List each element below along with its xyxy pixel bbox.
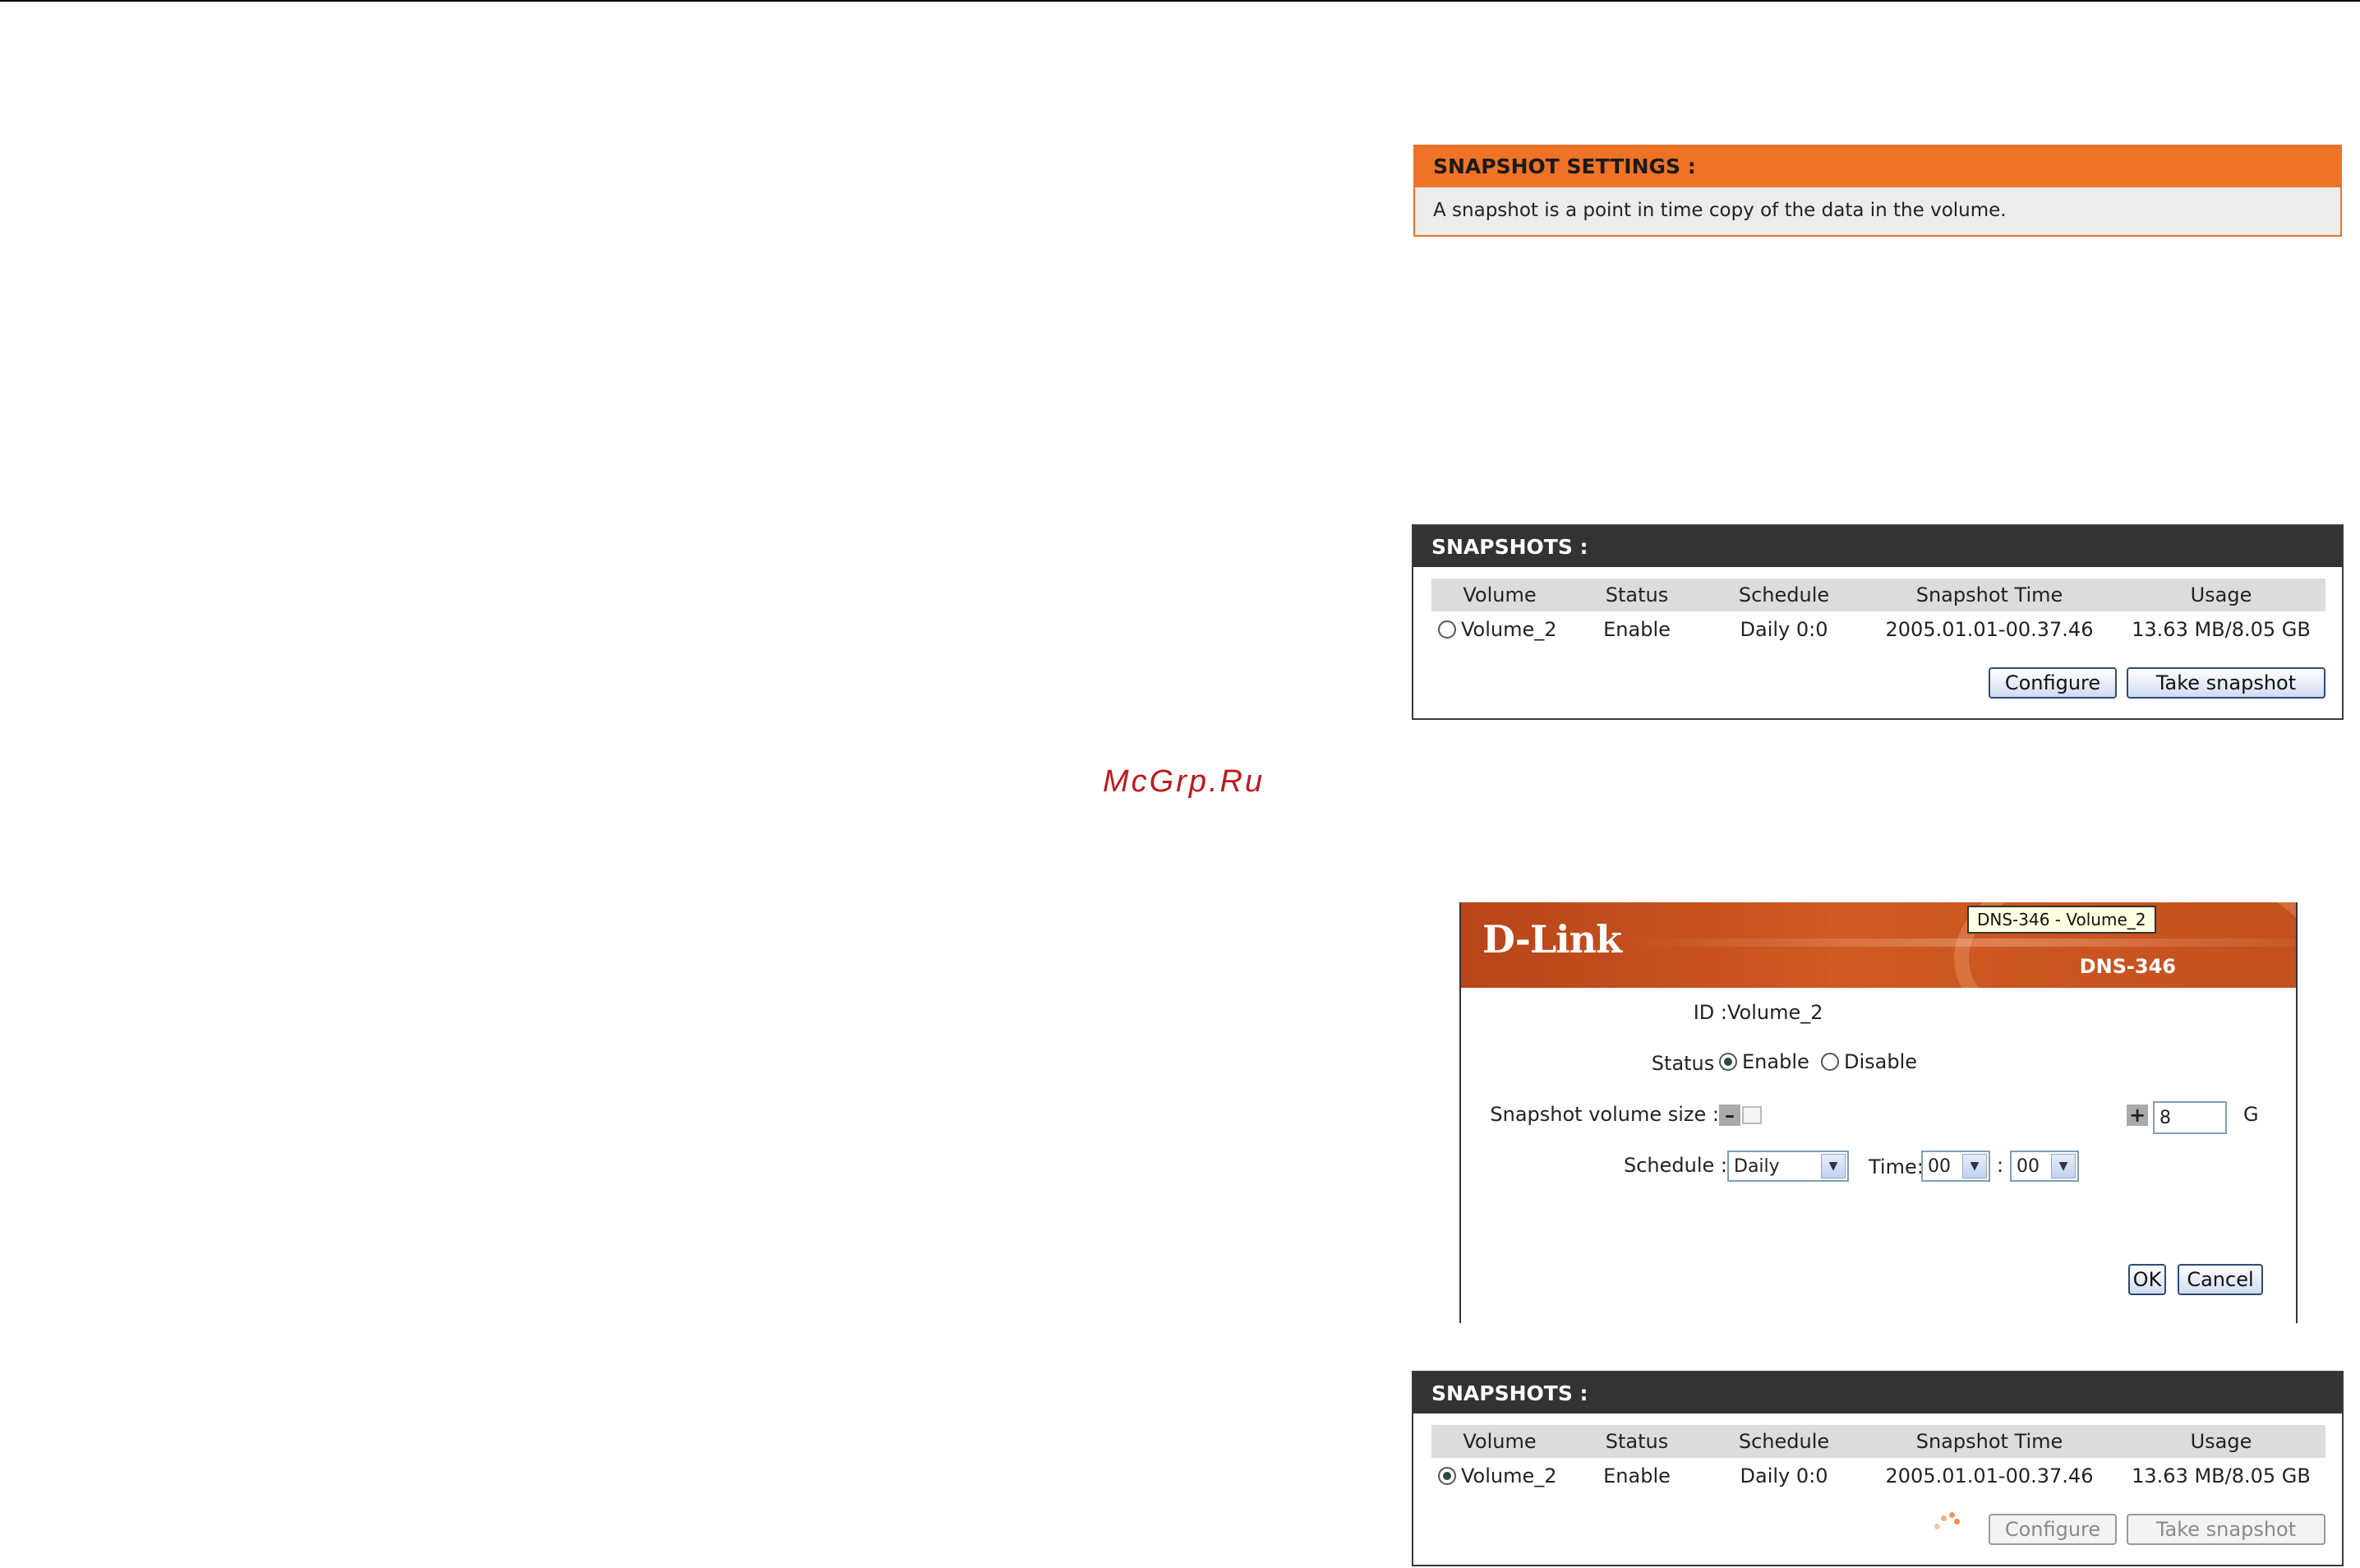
col-status: Status	[1605, 583, 1669, 606]
col-status: Status	[1605, 1430, 1669, 1453]
size-unit: G	[2243, 1103, 2259, 1126]
minus-icon[interactable]: –	[1719, 1104, 1740, 1127]
status-disable-option[interactable]: Disable	[1821, 1050, 1917, 1073]
col-snapshot-time: Snapshot Time	[1915, 583, 2063, 606]
row-snapshot-time: 2005.01.01-00.37.46	[1885, 618, 2094, 641]
dlink-banner: D-Link DNS-346 DNS-346 - Volume_2	[1461, 902, 2296, 988]
snapshots-panel-bottom: SNAPSHOTS : Volume Status Schedule Snaps…	[1412, 1371, 2344, 1566]
row-volume: Volume_2	[1461, 618, 1557, 641]
chevron-down-icon[interactable]: ▼	[2051, 1154, 2076, 1178]
time-minute-value: 00	[2017, 1155, 2040, 1177]
take-snapshot-button[interactable]: Take snapshot	[2127, 667, 2325, 699]
snapshot-size-label: Snapshot volume size :	[1490, 1103, 1719, 1126]
table-header: Volume Status Schedule Snapshot Time Usa…	[1431, 579, 2325, 611]
schedule-label: Schedule :	[1624, 1154, 1727, 1177]
row-snapshot-time: 2005.01.01-00.37.46	[1885, 1464, 2094, 1487]
chevron-down-icon[interactable]: ▼	[1962, 1154, 1987, 1178]
snapshots-title: SNAPSHOTS :	[1413, 1372, 2342, 1414]
row-volume: Volume_2	[1461, 1464, 1557, 1487]
status-label: Status :	[1651, 1052, 1727, 1075]
snapshots-table: Volume Status Schedule Snapshot Time Usa…	[1431, 579, 2325, 648]
snapshots-title: SNAPSHOTS :	[1413, 526, 2342, 567]
id-label: ID :	[1693, 1001, 1727, 1024]
size-slider-track[interactable]	[1742, 1106, 1762, 1124]
row-status: Enable	[1603, 618, 1671, 641]
row-usage: 13.63 MB/8.05 GB	[2132, 618, 2311, 641]
col-snapshot-time: Snapshot Time	[1915, 1430, 2063, 1453]
snapshots-panel-top: SNAPSHOTS : Volume Status Schedule Snaps…	[1412, 524, 2344, 720]
col-volume: Volume	[1463, 1430, 1537, 1453]
plus-icon[interactable]: +	[2127, 1104, 2148, 1127]
chevron-down-icon[interactable]: ▼	[1821, 1154, 1846, 1178]
col-volume: Volume	[1463, 583, 1537, 606]
volume-radio-selected[interactable]	[1438, 1467, 1456, 1485]
snapshot-settings-description: A snapshot is a point in time copy of th…	[1433, 200, 2007, 221]
row-usage: 13.63 MB/8.05 GB	[2132, 1464, 2311, 1487]
status-enable-option[interactable]: Enable	[1719, 1050, 1809, 1073]
time-minute-select[interactable]: 00 ▼	[2010, 1151, 2079, 1182]
model-name: DNS-346	[2079, 955, 2176, 978]
col-schedule: Schedule	[1738, 1430, 1830, 1453]
col-usage: Usage	[2190, 1430, 2252, 1453]
ok-button[interactable]: OK	[2128, 1264, 2166, 1295]
disable-label: Disable	[1844, 1050, 1918, 1073]
snapshots-table: Volume Status Schedule Snapshot Time Usa…	[1431, 1425, 2325, 1494]
col-schedule: Schedule	[1738, 583, 1830, 606]
time-hour-select[interactable]: 00 ▼	[1921, 1151, 1990, 1182]
enable-label: Enable	[1742, 1050, 1809, 1073]
cancel-button[interactable]: Cancel	[2178, 1264, 2263, 1295]
snapshot-config-dialog: D-Link DNS-346 DNS-346 - Volume_2 ID : V…	[1459, 902, 2298, 1323]
id-value: Volume_2	[1727, 1001, 1823, 1024]
time-label: Time:	[1869, 1155, 1924, 1178]
snapshot-settings-title: SNAPSHOT SETTINGS :	[1415, 146, 2340, 187]
snapshot-size-input[interactable]: 8	[2153, 1101, 2227, 1134]
configure-button[interactable]: Configure	[1989, 667, 2117, 699]
top-rule	[0, 0, 2360, 2]
table-row[interactable]: Volume_2 Enable Daily 0:0 2005.01.01-00.…	[1431, 1458, 2325, 1494]
schedule-value: Daily	[1734, 1155, 1780, 1177]
enable-radio[interactable]	[1719, 1053, 1737, 1071]
watermark: McGrp.Ru	[1103, 764, 1265, 799]
row-schedule: Daily 0:0	[1740, 1464, 1828, 1487]
time-hour-value: 00	[1928, 1155, 1951, 1177]
time-separator: :	[1997, 1154, 2004, 1177]
dlink-logo: D-Link	[1482, 917, 1622, 962]
table-row[interactable]: Volume_2 Enable Daily 0:0 2005.01.01-00.…	[1431, 611, 2325, 648]
row-status: Enable	[1603, 1464, 1671, 1487]
snapshot-settings-box: SNAPSHOT SETTINGS : A snapshot is a poin…	[1413, 145, 2342, 237]
window-title-tooltip: DNS-346 - Volume_2	[1967, 906, 2156, 934]
col-usage: Usage	[2190, 583, 2252, 606]
take-snapshot-button-disabled[interactable]: Take snapshot	[2127, 1514, 2325, 1545]
volume-radio[interactable]	[1438, 620, 1456, 639]
disable-radio[interactable]	[1821, 1053, 1839, 1071]
loading-spinner-icon	[1934, 1512, 1960, 1532]
configure-button-disabled[interactable]: Configure	[1989, 1514, 2117, 1545]
row-schedule: Daily 0:0	[1740, 618, 1828, 641]
schedule-select[interactable]: Daily ▼	[1727, 1151, 1849, 1182]
table-header: Volume Status Schedule Snapshot Time Usa…	[1431, 1425, 2325, 1458]
